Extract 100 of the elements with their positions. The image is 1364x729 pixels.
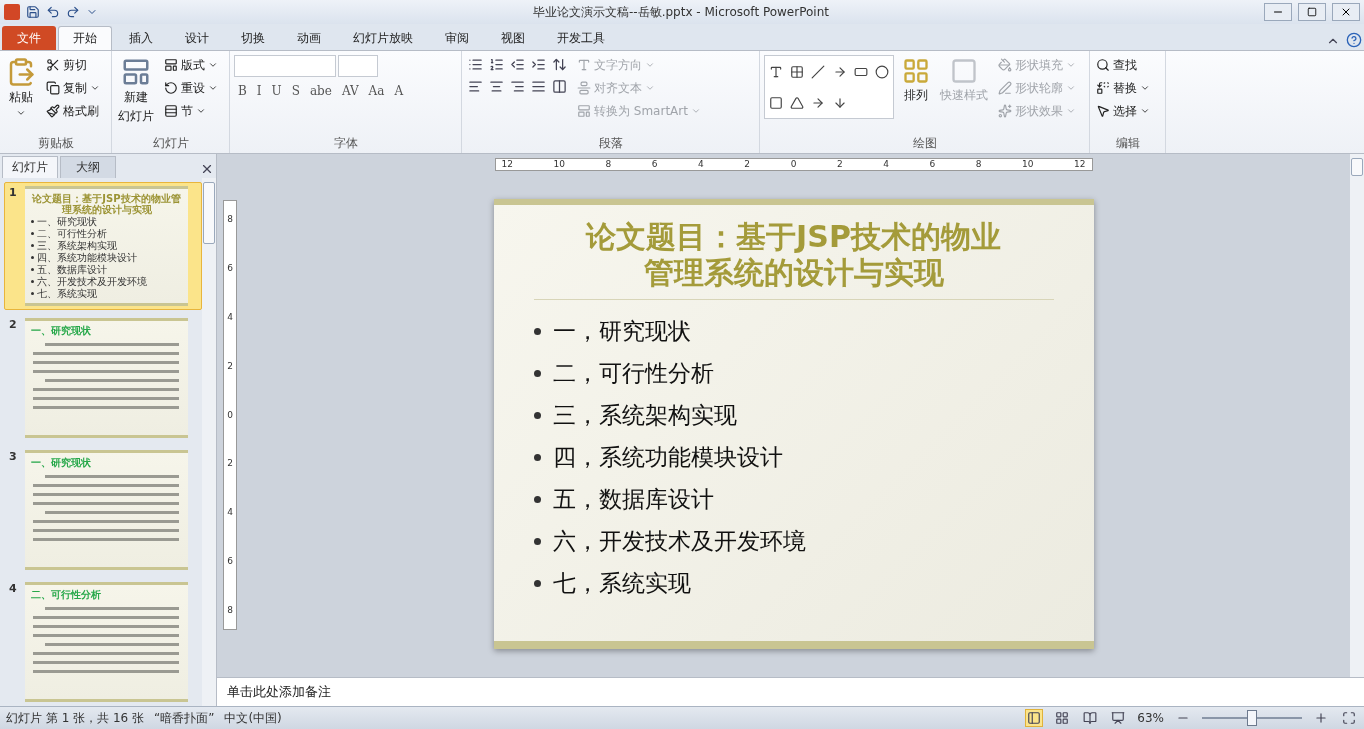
group-label: 幻灯片 bbox=[151, 135, 190, 152]
ribbon-tab[interactable]: 插入 bbox=[114, 26, 168, 50]
thumbnail-bullet: 二、可行性分析 bbox=[37, 228, 107, 239]
close-button[interactable] bbox=[1332, 3, 1360, 21]
ribbon-tab[interactable]: 切换 bbox=[226, 26, 280, 50]
pane-tab[interactable]: 大纲 bbox=[60, 156, 116, 178]
font-format-button[interactable]: I bbox=[252, 80, 266, 102]
sparkles-icon bbox=[998, 104, 1012, 118]
bullet-icon bbox=[533, 580, 541, 587]
slide-button[interactable]: 节 bbox=[162, 101, 220, 121]
slide-bullet-text: 二，可行性分析 bbox=[552, 359, 714, 388]
ribbon-tab[interactable]: 幻灯片放映 bbox=[338, 26, 428, 50]
new-slide-button[interactable]: 新建 幻灯片 bbox=[116, 55, 156, 135]
ribbon-tab[interactable]: 开始 bbox=[58, 26, 112, 50]
ruler-number: 4 bbox=[227, 508, 233, 518]
slide-bullet-text: 一，研究现状 bbox=[552, 317, 691, 346]
undo-icon[interactable] bbox=[46, 5, 60, 19]
thumbnail-title: 一、研究现状 bbox=[31, 325, 92, 336]
bullet-icon bbox=[31, 280, 34, 283]
slide-bullet-text: 六，开发技术及开发环境 bbox=[552, 527, 806, 556]
slide-number: 1 bbox=[9, 186, 18, 201]
ribbon-tab[interactable]: 审阅 bbox=[430, 26, 484, 50]
thumbnail-bullet: 一、研究现状 bbox=[37, 216, 97, 227]
slide-thumbnail[interactable]: 论文题目：基于JSP技术的物业管理系统的设计与实现 一、研究现状 二、可行性分析 三、系统架构实现 四、系统功能模块设计 五、数据库设计 六、开发技术及开发环境 七、系统实现 bbox=[25, 186, 188, 306]
line-icon bbox=[811, 64, 826, 79]
help-icon[interactable] bbox=[1344, 30, 1364, 50]
group-label: 字体 bbox=[332, 135, 359, 152]
paste-button[interactable]: 粘贴 bbox=[4, 55, 38, 135]
arrange-button[interactable]: 排列 bbox=[900, 55, 932, 135]
font-format-button[interactable]: B bbox=[234, 80, 251, 102]
ruler-number: 12 bbox=[501, 160, 513, 169]
scrollbar-thumb[interactable] bbox=[203, 182, 215, 244]
editing-button[interactable]: 选择 bbox=[1094, 101, 1152, 121]
ribbon-tab[interactable]: 开发工具 bbox=[542, 26, 620, 50]
clipboard-button[interactable]: 剪切 bbox=[44, 55, 102, 75]
normal-view-icon[interactable] bbox=[1025, 709, 1044, 727]
font-format-button[interactable]: Aa bbox=[364, 80, 389, 102]
notes-field[interactable]: 单击此处添加备注 bbox=[217, 677, 1364, 706]
bullet-icon bbox=[533, 370, 541, 377]
ruler-number: 2 bbox=[227, 361, 233, 371]
oval-icon bbox=[875, 64, 890, 79]
font-format-button[interactable]: S bbox=[287, 80, 304, 102]
copy-icon bbox=[46, 81, 60, 95]
ruler-number: 4 bbox=[227, 312, 233, 322]
bullet-icon bbox=[31, 244, 34, 247]
font-format-button[interactable]: AV bbox=[337, 80, 363, 102]
bullet-icon bbox=[533, 538, 541, 545]
ruler-number: 0 bbox=[790, 160, 797, 169]
pane-tab[interactable]: 幻灯片 bbox=[2, 156, 58, 178]
slide-button[interactable]: 重设 bbox=[162, 78, 220, 98]
stacked-squares-icon bbox=[902, 57, 930, 85]
layout-icon bbox=[164, 58, 178, 72]
thumbnail-bullet: 五、数据库设计 bbox=[37, 264, 107, 275]
pen-icon bbox=[998, 81, 1012, 95]
restore-icon bbox=[1307, 7, 1317, 17]
font-format-button[interactable]: U bbox=[267, 80, 286, 102]
ruler-number: 8 bbox=[605, 160, 612, 169]
bullet-icon bbox=[31, 220, 34, 223]
table-icon bbox=[790, 64, 804, 79]
caret-icon bbox=[1140, 83, 1150, 93]
language: 中文(中国) bbox=[224, 709, 282, 727]
font-format-button[interactable]: A bbox=[390, 80, 408, 102]
redo-icon[interactable] bbox=[66, 5, 80, 19]
file-tab[interactable]: 文件 bbox=[2, 26, 56, 50]
restore-button[interactable] bbox=[1298, 3, 1326, 21]
slide-number: 2 bbox=[9, 318, 18, 333]
slide-button[interactable]: 版式 bbox=[162, 55, 220, 75]
theme-name: “暗香扑面” bbox=[154, 709, 215, 727]
text-box-icon bbox=[768, 64, 783, 79]
font-format-button[interactable]: abe bbox=[305, 80, 336, 102]
font-size-field[interactable] bbox=[338, 55, 378, 77]
caret-icon bbox=[1066, 106, 1076, 116]
editing-button[interactable]: 替换 bbox=[1094, 78, 1152, 98]
caret-icon bbox=[645, 60, 655, 70]
shapes-gallery[interactable] bbox=[764, 55, 894, 119]
editing-button[interactable]: 查找 bbox=[1094, 55, 1152, 75]
ribbon-tab[interactable]: 视图 bbox=[486, 26, 540, 50]
thumbnail-bullet: 六、开发技术及开发环境 bbox=[37, 276, 147, 287]
caret-icon bbox=[196, 106, 206, 116]
bullet-icon bbox=[533, 412, 541, 419]
group-label: 编辑 bbox=[1114, 135, 1141, 152]
fit-window-icon[interactable] bbox=[1340, 709, 1358, 727]
font-name-field[interactable] bbox=[234, 55, 336, 77]
caret-icon bbox=[1140, 106, 1150, 116]
thumbnail-bullet: 三、系统架构实现 bbox=[37, 240, 117, 251]
ruler-number: 2 bbox=[744, 160, 751, 169]
ribbon-tab[interactable]: 动画 bbox=[282, 26, 336, 50]
scrollbar-thumb[interactable] bbox=[1351, 158, 1363, 176]
minimize-button[interactable] bbox=[1264, 3, 1292, 21]
clipboard-button[interactable]: 复制 bbox=[44, 78, 102, 98]
search-icon bbox=[1096, 58, 1110, 72]
columns-icon[interactable] bbox=[550, 77, 569, 96]
zoom-slider-thumb[interactable] bbox=[1247, 710, 1257, 726]
thumbnail-title: 一、研究现状 bbox=[31, 457, 92, 468]
save-icon[interactable] bbox=[26, 5, 40, 19]
clipboard-button[interactable]: 格式刷 bbox=[44, 101, 102, 121]
ribbon-tab[interactable]: 设计 bbox=[170, 26, 224, 50]
caret-icon bbox=[208, 60, 218, 70]
arrow-icon bbox=[832, 64, 847, 79]
slide-count: 幻灯片 第 1 张，共 16 张 bbox=[6, 709, 144, 727]
